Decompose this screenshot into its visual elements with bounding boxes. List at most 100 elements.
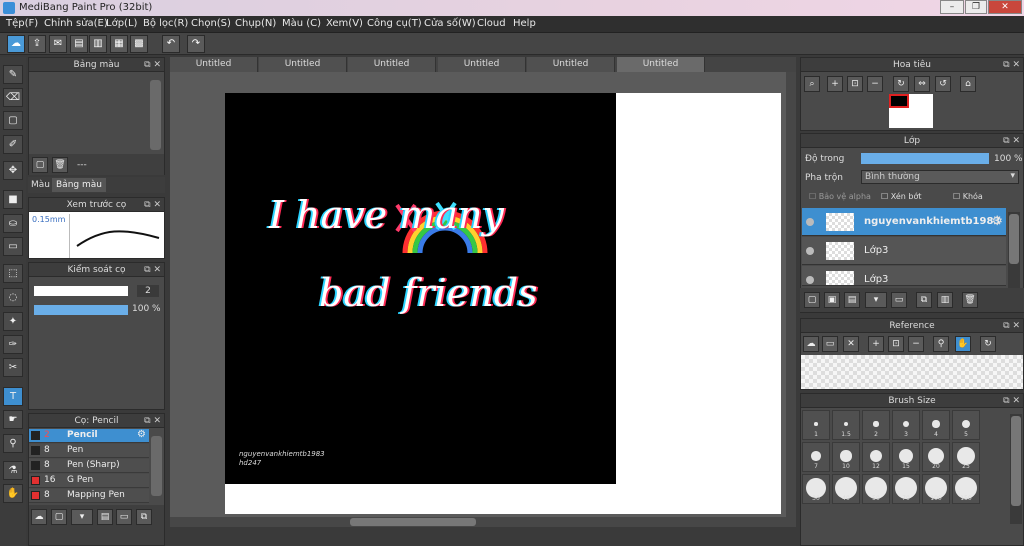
tab-untitled-5[interactable]: Untitled	[527, 57, 615, 72]
duplicate-layer-icon[interactable]: ⧉	[916, 292, 932, 308]
brush-size-cell[interactable]: 1.5	[832, 410, 860, 440]
flip-icon[interactable]: ⇔	[914, 76, 930, 92]
tiles-icon[interactable]: ▩	[130, 35, 148, 53]
menu-file[interactable]: Tệp(F)	[6, 18, 38, 29]
menu-cloud[interactable]: Cloud	[477, 18, 506, 29]
page-icon[interactable]: ▥	[89, 35, 107, 53]
menu-color[interactable]: Màu (C)	[282, 18, 321, 29]
layer-row-1[interactable]: nguyenvankhiemtb1983 ⚙	[802, 208, 1006, 236]
menu-edit[interactable]: Chỉnh sửa(E)	[44, 18, 108, 29]
clipping-checkbox[interactable]: ☐ Xén bớt	[881, 192, 921, 201]
fill-rect-tool-icon[interactable]: ■	[3, 190, 23, 209]
new-color-layer-icon[interactable]: ▣	[824, 292, 840, 308]
gradient-tool-icon[interactable]: ▭	[3, 237, 23, 256]
brush-item-pencil[interactable]: 2 Pencil ⚙	[29, 429, 149, 443]
lasso-tool-icon[interactable]: ◌	[3, 288, 23, 307]
brush-item-pen-sharp[interactable]: 8 Pen (Sharp)	[29, 459, 149, 473]
gear-icon[interactable]: ⚙	[991, 214, 1003, 229]
brush-size-cell[interactable]: 5	[952, 410, 980, 440]
grid-icon[interactable]: ▦	[110, 35, 128, 53]
rotate-icon[interactable]: ↻	[893, 76, 909, 92]
artwork[interactable]: I have many bad friends nguyenvankhiemtb…	[225, 93, 616, 484]
menu-view[interactable]: Xem(V)	[326, 18, 363, 29]
layer-scrollbar[interactable]	[1008, 212, 1020, 292]
undo-icon[interactable]: ↶	[162, 35, 180, 53]
tab-untitled-4[interactable]: Untitled	[438, 57, 526, 72]
tab-palette[interactable]: Bảng màu	[52, 178, 106, 192]
blend-mode-select[interactable]: Bình thường ▾	[861, 170, 1019, 184]
reset-rotate-icon[interactable]: ↺	[935, 76, 951, 92]
select-pen-icon[interactable]: ✑	[3, 335, 23, 354]
horizontal-scrollbar[interactable]	[170, 517, 796, 527]
panel-controls[interactable]: ⧉ ✕	[144, 58, 161, 72]
brush-folder-icon[interactable]: ▭	[116, 509, 132, 525]
brush-opacity-slider[interactable]	[34, 305, 128, 315]
menu-select[interactable]: Chọn(S)	[191, 18, 231, 29]
merge-layer-icon[interactable]: ▥	[937, 292, 953, 308]
maximize-button[interactable]: ❐	[965, 0, 987, 14]
brush-size-cell[interactable]: 4	[922, 410, 950, 440]
cloud-icon[interactable]: ☁	[7, 35, 25, 53]
menu-layer[interactable]: Lớp(L)	[106, 18, 137, 29]
add-layer-menu-icon[interactable]: ▾	[865, 292, 887, 308]
lock-checkbox[interactable]: ☐ Khóa	[953, 192, 983, 201]
layer-opacity-slider[interactable]	[861, 153, 989, 164]
navigator-thumbnail[interactable]	[889, 94, 933, 128]
brush-item-pen[interactable]: 8 Pen	[29, 444, 149, 458]
brush-list-scrollbar[interactable]	[151, 436, 162, 496]
palette-scrollbar[interactable]	[150, 80, 161, 150]
new-palette-icon[interactable]: ▢	[32, 157, 48, 173]
delete-layer-icon[interactable]: 🗑	[962, 292, 978, 308]
brush-size-slider[interactable]	[34, 286, 128, 296]
menu-filter[interactable]: Bộ lọc(R)	[143, 18, 188, 29]
dropper-icon[interactable]: ⚗	[3, 461, 23, 480]
magic-wand-icon[interactable]: ✦	[3, 312, 23, 331]
eye-icon[interactable]	[806, 218, 814, 226]
text-tool-icon[interactable]: T	[3, 387, 23, 406]
tab-untitled-2[interactable]: Untitled	[259, 57, 347, 72]
new-halftone-layer-icon[interactable]: ▤	[844, 292, 860, 308]
close-button[interactable]: ✕	[988, 0, 1022, 14]
brush-size-cell[interactable]: 10	[832, 442, 860, 472]
brush-tool-icon[interactable]: ✎	[3, 65, 23, 84]
canvas-area[interactable]: I have many bad friends nguyenvankhiemtb…	[170, 72, 796, 517]
tab-untitled-6[interactable]: Untitled	[617, 57, 705, 72]
select-eraser-icon[interactable]: ✂	[3, 358, 23, 377]
menu-help[interactable]: Help	[513, 18, 536, 29]
minimize-button[interactable]: –	[940, 0, 964, 14]
brush-size-cell[interactable]: 150	[952, 474, 980, 504]
brush-add-icon[interactable]: ▾	[71, 509, 93, 525]
layer-row-2[interactable]: Lớp3	[802, 237, 1006, 265]
brush-item-mapping-pen[interactable]: 8 Mapping Pen	[29, 489, 149, 503]
ref-fit-icon[interactable]: ⊡	[888, 336, 904, 352]
hand-tool-icon[interactable]: ✋	[3, 484, 23, 503]
operation-tool-icon[interactable]: ☛	[3, 410, 23, 429]
brush-size-cell[interactable]: 100	[922, 474, 950, 504]
brush-size-scrollbar[interactable]	[1010, 414, 1022, 524]
brush-size-cell[interactable]: 15	[892, 442, 920, 472]
move-tool-icon[interactable]: ✥	[3, 161, 23, 180]
zoom-out-icon[interactable]: −	[867, 76, 883, 92]
ref-zoom-in-icon[interactable]: +	[868, 336, 884, 352]
brush-size-cell[interactable]: 12	[862, 442, 890, 472]
ref-eyedropper-icon[interactable]: ⚲	[933, 336, 949, 352]
fit-icon[interactable]: ⊡	[847, 76, 863, 92]
brush-size-cell[interactable]: 70	[892, 474, 920, 504]
eye-icon[interactable]	[806, 247, 814, 255]
brush-size-cell[interactable]: 20	[922, 442, 950, 472]
redo-icon[interactable]: ↷	[187, 35, 205, 53]
tab-untitled-3[interactable]: Untitled	[348, 57, 436, 72]
brush-size-cell[interactable]: 50	[862, 474, 890, 504]
ref-open-icon[interactable]: ▭	[822, 336, 838, 352]
gear-icon[interactable]: ⚙	[137, 429, 146, 440]
brush-size-cell[interactable]: 3	[892, 410, 920, 440]
vertical-scrollbar[interactable]	[786, 72, 796, 517]
bucket-tool-icon[interactable]: ⛀	[3, 214, 23, 233]
delete-palette-icon[interactable]: 🗑	[52, 157, 68, 173]
rectangle-tool-icon[interactable]: ▢	[3, 111, 23, 130]
zoom-in-icon[interactable]: +	[827, 76, 843, 92]
ref-cloud-icon[interactable]: ☁	[803, 336, 819, 352]
upload-icon[interactable]: ⇪	[28, 35, 46, 53]
menu-tools[interactable]: Công cụ(T)	[367, 18, 422, 29]
ref-rotate-icon[interactable]: ↻	[980, 336, 996, 352]
